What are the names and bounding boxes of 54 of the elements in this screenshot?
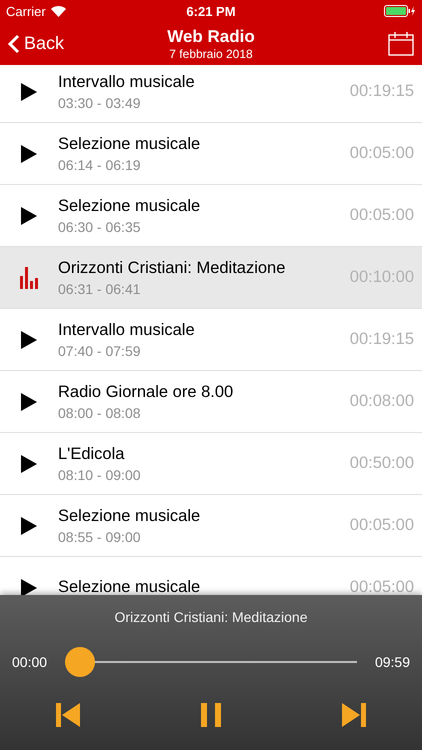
program-time: 06:30 - 06:35	[58, 218, 142, 234]
program-title: Orizzonti Cristiani: Meditazione	[58, 258, 286, 278]
program-title: Intervallo musicale	[58, 320, 196, 340]
skip-back-icon	[56, 703, 80, 727]
program-title: Intervallo musicale	[58, 72, 196, 92]
program-duration: 00:08:00	[350, 392, 414, 411]
program-time: 08:10 - 09:00	[58, 466, 142, 482]
slider-thumb[interactable]	[65, 647, 96, 677]
now-playing-title: Orizzonti Cristiani: Meditazione	[114, 609, 308, 625]
play-icon[interactable]	[21, 454, 37, 472]
program-time: 08:55 - 09:00	[58, 528, 142, 544]
calendar-icon	[388, 32, 414, 56]
pause-button[interactable]	[201, 703, 221, 727]
program-title: Selezione musicale	[58, 578, 202, 595]
program-time: 06:14 - 06:19	[58, 156, 142, 172]
program-title: Radio Giornale ore 8.00	[58, 382, 234, 402]
program-title: Selezione musicale	[58, 196, 202, 216]
play-icon[interactable]	[21, 82, 37, 100]
program-duration: 00:50:00	[350, 454, 414, 473]
program-title: Selezione musicale	[58, 134, 202, 154]
play-icon[interactable]	[21, 392, 37, 410]
chevron-left-icon	[8, 34, 20, 54]
skip-forward-icon	[342, 703, 366, 727]
play-icon[interactable]	[21, 330, 37, 348]
program-duration: 00:19:15	[350, 330, 414, 349]
screen-title: Web Radio	[167, 26, 255, 46]
play-icon[interactable]	[21, 578, 37, 595]
elapsed-time: 00:00	[12, 654, 48, 670]
pause-icon	[201, 703, 221, 727]
program-duration: 00:05:00	[350, 516, 414, 535]
battery-icon	[384, 5, 416, 17]
program-time: 07:40 - 07:59	[58, 342, 142, 358]
play-icon[interactable]	[21, 516, 37, 534]
program-duration: 00:05:00	[350, 206, 414, 225]
carrier-label: Carrier	[6, 4, 46, 18]
program-duration: 00:05:00	[350, 144, 414, 163]
progress-slider[interactable]	[65, 647, 357, 677]
equalizer-icon	[20, 266, 38, 288]
program-duration: 00:05:00	[350, 578, 414, 595]
date-subtitle: 7 febbraio 2018	[169, 46, 253, 60]
previous-button[interactable]	[56, 703, 80, 727]
program-title: Selezione musicale	[58, 506, 202, 526]
back-button[interactable]: Back	[8, 33, 108, 54]
program-time: 06:31 - 06:41	[58, 280, 142, 296]
wifi-icon	[50, 6, 66, 16]
total-time: 09:59	[374, 654, 410, 670]
program-title: L'Edicola	[58, 444, 126, 464]
play-icon[interactable]	[21, 206, 37, 224]
program-duration: 00:19:15	[350, 82, 414, 101]
clock: 6:21 PM	[186, 4, 236, 18]
next-button[interactable]	[342, 703, 366, 727]
program-time: 08:00 - 08:08	[58, 404, 142, 420]
program-time: 03:30 - 03:49	[58, 94, 142, 110]
play-icon[interactable]	[21, 144, 37, 162]
